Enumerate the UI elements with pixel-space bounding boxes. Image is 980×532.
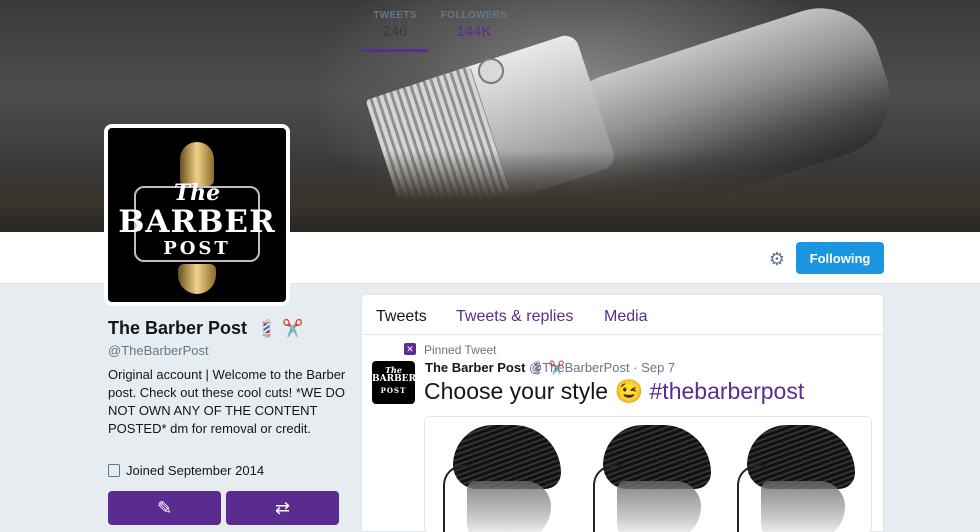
logo-text-post: POST xyxy=(163,238,231,259)
tweet-text: Choose your style 😉 #thebarberpost xyxy=(424,378,804,405)
tweet-meta[interactable]: @TheBarberPost · Sep 7 xyxy=(529,360,675,375)
avatar-logo: The BARBER POST xyxy=(108,128,286,302)
stat-followers-value: 144K xyxy=(456,23,492,40)
clipper-screw xyxy=(478,58,504,84)
avatar[interactable]: The BARBER POST xyxy=(104,124,290,306)
barber-pole-bottom xyxy=(178,264,216,294)
stat-followers-label: FOLLOWERS xyxy=(440,10,508,21)
face-outline xyxy=(737,465,767,532)
pinned-label: Pinned Tweet xyxy=(424,343,497,357)
joined-text: Joined September 2014 xyxy=(126,463,265,478)
joined-date: Joined September 2014 xyxy=(108,463,264,478)
logo-text-barber: BARBER xyxy=(118,204,276,240)
tweet-hashtag[interactable]: #thebarberpost xyxy=(650,378,805,404)
calendar-icon xyxy=(108,464,120,477)
face-outline xyxy=(593,465,623,532)
timeline: Tweets Tweets & replies Media ✕ Pinned T… xyxy=(361,294,884,532)
tab-tweets-replies[interactable]: Tweets & replies xyxy=(456,308,573,326)
wink-emoji: 😉 xyxy=(614,378,644,404)
stat-tweets-label: TWEETS xyxy=(373,10,417,21)
profile-name-text: The Barber Post xyxy=(108,318,248,338)
tweet-avatar-barber: BARBER xyxy=(372,374,415,384)
profile-handle[interactable]: @TheBarberPost xyxy=(108,343,209,358)
tweet-avatar[interactable]: The BARBER POST xyxy=(372,361,415,404)
tab-media[interactable]: Media xyxy=(604,308,648,326)
tweet-text-body: Choose your style xyxy=(424,378,609,404)
face-outline xyxy=(443,465,473,532)
logo-text-the: The xyxy=(173,180,221,206)
timeline-tabs: Tweets Tweets & replies Media xyxy=(362,295,883,335)
message-button[interactable]: ⇄ xyxy=(226,491,339,525)
tweet-media[interactable] xyxy=(424,416,872,532)
haircut-illustration-2 xyxy=(593,425,711,532)
haircut-illustration-1 xyxy=(443,425,561,532)
tweet-avatar-post: POST xyxy=(380,386,407,395)
profile-bio: Original account | Welcome to the Barber… xyxy=(108,367,346,436)
retweet-icon: ⇄ xyxy=(274,498,291,518)
tweet-author-name: The Barber Post xyxy=(425,360,526,375)
tweet-to-button[interactable]: ✎ xyxy=(108,491,221,525)
stat-followers[interactable]: FOLLOWERS 144K xyxy=(440,10,508,40)
stat-tweets[interactable]: TWEETS 246 xyxy=(362,10,428,52)
profile-name[interactable]: The Barber Post 💈 ✂️ xyxy=(108,318,303,339)
gear-icon[interactable]: ⚙ xyxy=(767,249,787,269)
following-button[interactable]: Following xyxy=(796,242,884,274)
tab-tweets[interactable]: Tweets xyxy=(376,308,427,326)
fade-shape xyxy=(467,481,551,532)
haircut-illustration-3 xyxy=(737,425,855,532)
fade-shape xyxy=(617,481,701,532)
fade-shape xyxy=(761,481,845,532)
profile-name-emoji: 💈 ✂️ xyxy=(256,319,304,338)
compose-icon: ✎ xyxy=(156,498,173,518)
pin-icon: ✕ xyxy=(404,343,416,355)
stat-tweets-value: 246 xyxy=(382,23,408,40)
